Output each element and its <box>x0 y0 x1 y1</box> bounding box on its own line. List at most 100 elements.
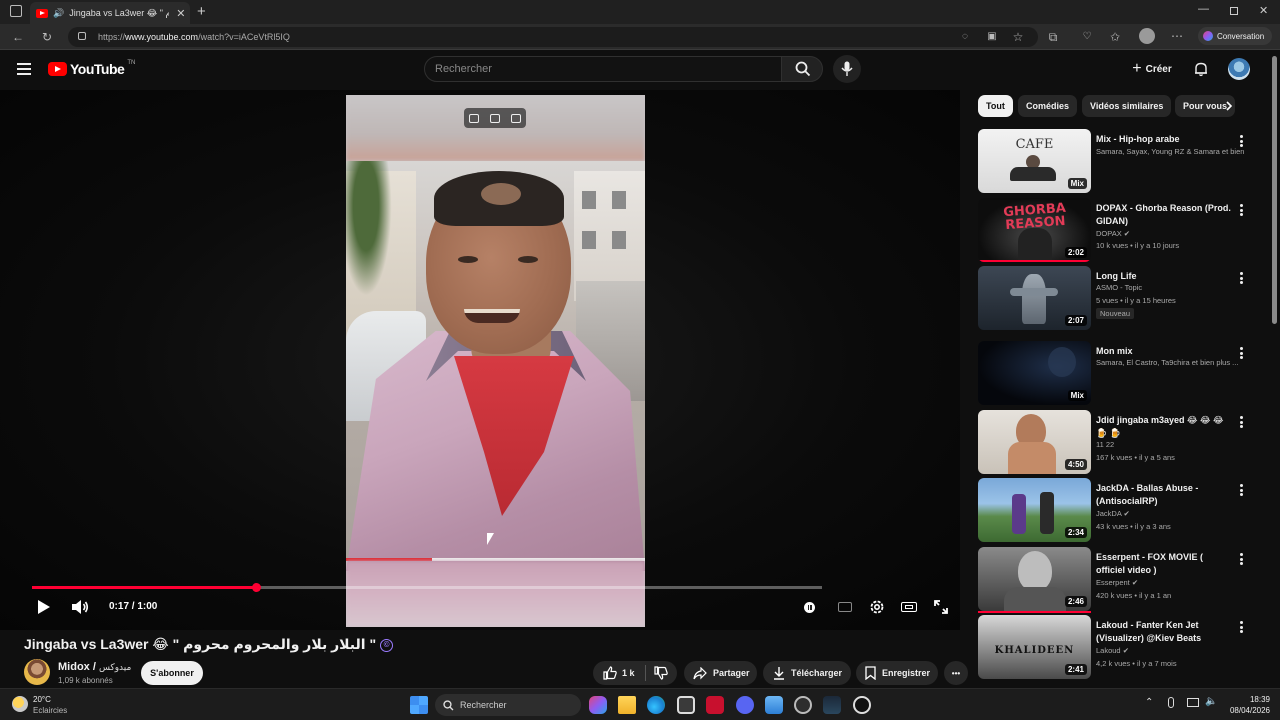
save-button[interactable]: Enregistrer <box>856 661 938 685</box>
volume-tray-icon[interactable]: 🔈 <box>1205 696 1217 707</box>
chevron-right-icon[interactable] <box>1224 101 1234 111</box>
play-icon[interactable] <box>38 600 50 614</box>
minimize-icon[interactable]: — <box>1198 3 1209 15</box>
extensions-icon[interactable]: ⧉ <box>1046 30 1060 44</box>
browser-tab[interactable]: 🔊 Jingaba vs La3wer 😂 " محروم ✕ <box>30 2 190 24</box>
share-button[interactable]: Partager <box>684 661 757 685</box>
recommendation-title[interactable]: Jdid jingaba m3ayed 😂 😂 😂 🍺 🍺 <box>1096 414 1234 440</box>
recommendation-title[interactable]: Long Life <box>1096 270 1234 283</box>
github-icon[interactable] <box>853 696 871 714</box>
performance-icon[interactable]: ♡ <box>1080 30 1094 44</box>
progress-bar[interactable] <box>32 583 822 592</box>
chip-comedies[interactable]: Comédies <box>1018 95 1078 117</box>
recommendation-title[interactable]: Esserpent - FOX MOVIE ( officiel video ) <box>1096 551 1234 577</box>
more-options-icon[interactable] <box>1240 135 1243 147</box>
favorite-star-icon[interactable]: ☆ <box>1011 30 1025 44</box>
edge-browser-icon[interactable] <box>647 696 665 714</box>
close-window-icon[interactable]: ✕ <box>1259 4 1268 17</box>
tracking-icon[interactable]: ◌ <box>958 30 972 44</box>
microphone-tray-icon[interactable] <box>1168 697 1174 708</box>
video-thumbnail[interactable]: 2:34 <box>978 478 1091 542</box>
file-explorer-icon[interactable] <box>618 696 636 714</box>
video-capture-icon[interactable] <box>489 113 500 123</box>
recommendation-item[interactable]: Mix Mon mix Samara, El Castro, Ta9chira … <box>978 341 1246 407</box>
recommendation-title[interactable]: DOPAX - Ghorba Reason (Prod. GIDAN) <box>1096 202 1234 228</box>
recommendation-title[interactable]: Lakoud - Fanter Ken Jet (Visualizer) @Ki… <box>1096 619 1234 645</box>
video-thumbnail[interactable]: Mix <box>978 341 1091 405</box>
tab-actions-icon[interactable] <box>10 5 22 17</box>
chevron-up-icon[interactable]: ⌃ <box>1145 697 1153 708</box>
video-thumbnail[interactable]: 4:50 <box>978 410 1091 474</box>
video-thumbnail[interactable]: KHALIDEEN 2:41 <box>978 615 1091 679</box>
video-thumbnail[interactable]: CAFE Mix <box>978 129 1091 193</box>
restore-icon[interactable] <box>1230 7 1238 15</box>
new-tab-icon[interactable]: + <box>197 3 206 20</box>
video-thumbnail[interactable]: GHORBA REASON 2:02 <box>978 198 1091 262</box>
like-button[interactable]: 1 k <box>603 666 635 680</box>
recommendation-item[interactable]: 2:07 Long Life ASMO - Topic 5 vues • il … <box>978 266 1246 332</box>
more-options-icon[interactable] <box>1240 553 1243 565</box>
more-actions-button[interactable]: ••• <box>944 661 968 685</box>
reload-icon[interactable]: ↻ <box>40 30 54 44</box>
conversation-button[interactable]: Conversation <box>1198 27 1272 45</box>
video-thumbnail[interactable]: 2:07 <box>978 266 1091 330</box>
copilot-app-icon[interactable] <box>589 696 607 714</box>
network-icon[interactable] <box>1187 698 1199 707</box>
recommendation-title[interactable]: JackDA - Ballas Abuse - (AntisocialRP) <box>1096 482 1234 508</box>
steam-icon[interactable] <box>823 696 841 714</box>
recommendation-title[interactable]: Mon mix <box>1096 345 1234 358</box>
subscribe-button[interactable]: S'abonner <box>141 661 203 685</box>
autoplay-toggle-icon[interactable] <box>801 598 819 616</box>
chip-similar-videos[interactable]: Vidéos similaires <box>1082 95 1172 117</box>
recommendation-title[interactable]: Mix - Hip-hop arabe <box>1096 133 1234 146</box>
tab-close-icon[interactable]: ✕ <box>176 7 185 20</box>
system-clock[interactable]: 18:39 08/04/2026 <box>1218 694 1270 716</box>
search-button[interactable] <box>781 56 823 82</box>
video-frame[interactable] <box>346 95 645 627</box>
store-icon[interactable] <box>677 696 695 714</box>
adobe-icon[interactable] <box>706 696 724 714</box>
theater-mode-icon[interactable] <box>900 598 918 616</box>
recommendation-item[interactable]: CAFE Mix Mix - Hip-hop arabe Samara, Say… <box>978 129 1246 195</box>
video-player[interactable]: 0:17 / 1:00 <box>0 90 960 630</box>
channel-name[interactable]: Midox / ميدوكس <box>58 661 131 673</box>
profile-icon[interactable] <box>1139 28 1155 44</box>
more-options-icon[interactable] <box>1240 484 1243 496</box>
more-options-icon[interactable] <box>1240 416 1243 428</box>
subtitles-icon[interactable] <box>836 598 854 616</box>
menu-icon[interactable] <box>17 63 31 75</box>
settings-gear-icon[interactable] <box>868 598 886 616</box>
account-avatar[interactable] <box>1228 58 1250 80</box>
windows-start-icon[interactable] <box>410 696 428 714</box>
recommendation-item[interactable]: GHORBA REASON 2:02 DOPAX - Ghorba Reason… <box>978 198 1246 264</box>
video-thumbnail[interactable]: 2:46 <box>978 547 1091 611</box>
page-scrollbar[interactable] <box>1272 56 1277 324</box>
volume-icon[interactable] <box>71 599 89 615</box>
address-bar[interactable]: https://www.youtube.com/watch?v=iACeVtRl… <box>68 27 1038 47</box>
voice-search-button[interactable] <box>833 55 861 83</box>
more-menu-icon[interactable]: ⋯ <box>1170 29 1184 43</box>
youtube-logo[interactable]: YouTube TN <box>48 60 135 77</box>
taskbar-search[interactable]: Rechercher <box>435 694 581 716</box>
progress-scrubber[interactable] <box>251 583 261 592</box>
chip-all[interactable]: Tout <box>978 95 1013 117</box>
create-button[interactable]: + Créer <box>1124 58 1180 80</box>
more-options-icon[interactable] <box>1240 204 1243 216</box>
note-icon[interactable] <box>510 113 521 123</box>
recommendation-item[interactable]: 2:46 Esserpent - FOX MOVIE ( officiel vi… <box>978 547 1246 613</box>
fullscreen-icon[interactable] <box>932 598 950 616</box>
recommendation-item[interactable]: 4:50 Jdid jingaba m3ayed 😂 😂 😂 🍺 🍺 11 22… <box>978 410 1246 476</box>
capture-icon[interactable] <box>469 113 480 123</box>
apps-icon[interactable]: ▣ <box>985 30 999 44</box>
search-input[interactable]: Rechercher <box>424 56 782 82</box>
photos-icon[interactable] <box>765 696 783 714</box>
speaker-icon[interactable]: 🔊 <box>53 8 64 19</box>
back-icon[interactable]: ← <box>11 30 25 44</box>
more-options-icon[interactable] <box>1240 347 1243 359</box>
discord-icon[interactable] <box>736 696 754 714</box>
channel-avatar[interactable] <box>24 659 50 685</box>
download-button[interactable]: Télécharger <box>763 661 851 685</box>
video-overlay-toolbar[interactable] <box>464 108 526 128</box>
app-icon[interactable] <box>794 696 812 714</box>
favorites-icon[interactable]: ✩ <box>1108 30 1122 44</box>
